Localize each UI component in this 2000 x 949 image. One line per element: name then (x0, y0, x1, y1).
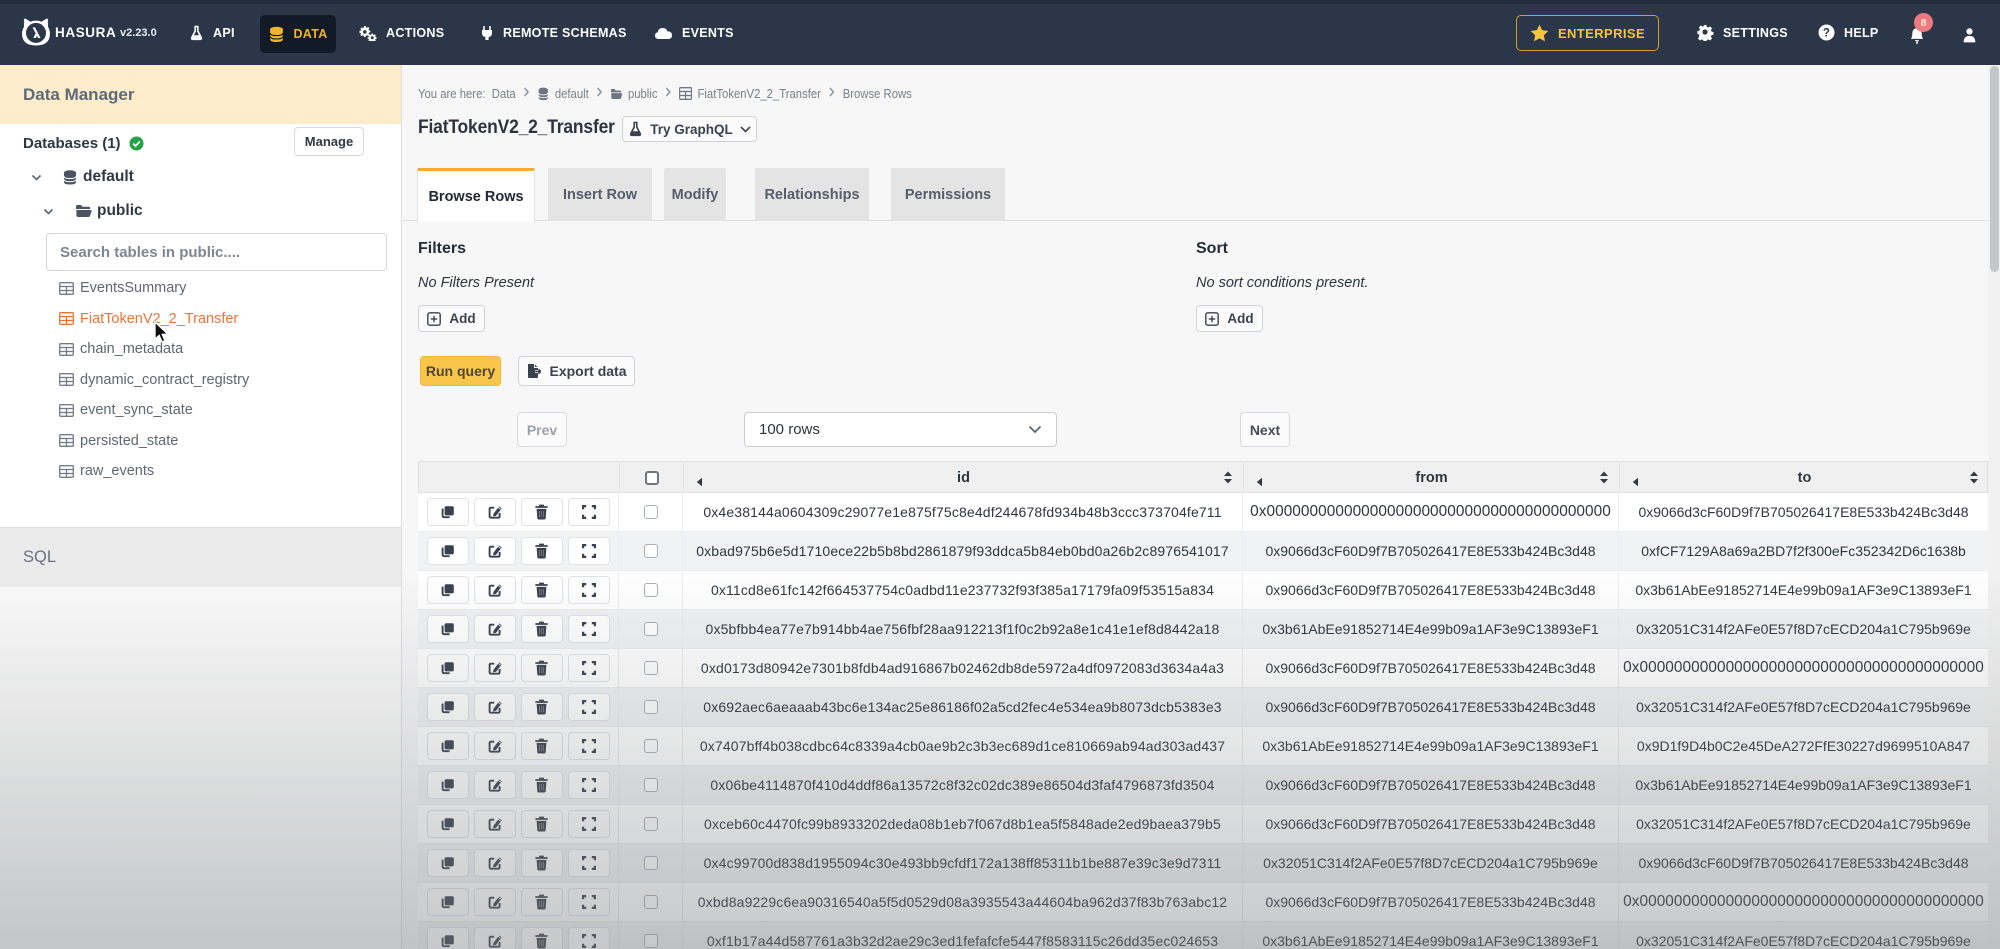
svg-text:?: ? (1823, 28, 1830, 40)
